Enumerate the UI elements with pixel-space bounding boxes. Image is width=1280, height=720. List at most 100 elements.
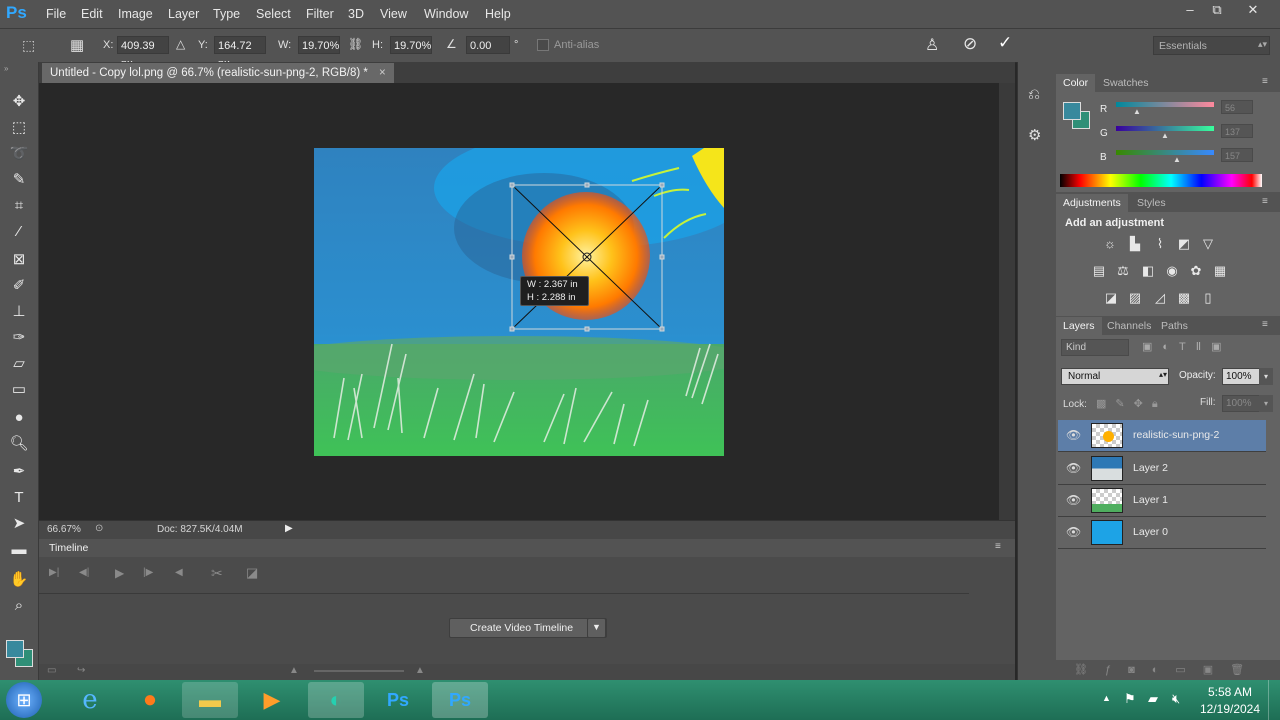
show-desktop-button[interactable] xyxy=(1268,680,1280,720)
pen-tool-icon[interactable]: ✒ xyxy=(9,462,29,482)
fill-dropdown-arrow[interactable]: ▾ xyxy=(1259,395,1273,412)
file-explorer-icon[interactable]: ▬ xyxy=(182,682,238,718)
timeline-title[interactable]: Timeline xyxy=(49,542,88,554)
volume-muted-icon[interactable]: 🔇︎ xyxy=(1172,691,1180,707)
threshold-icon[interactable]: ◿ xyxy=(1151,290,1169,306)
collapse-toolbox-icon[interactable]: » xyxy=(4,64,8,73)
tab-swatches[interactable]: Swatches xyxy=(1096,74,1156,92)
fill-field[interactable]: 100% xyxy=(1222,395,1260,412)
layer-name[interactable]: Layer 0 xyxy=(1133,526,1168,538)
layer-name[interactable]: Layer 2 xyxy=(1133,462,1168,474)
tab-color[interactable]: Color xyxy=(1056,74,1096,92)
b-slider-thumb[interactable]: ▲ xyxy=(1173,155,1181,164)
eye-icon[interactable]: 👁︎ xyxy=(1066,461,1081,475)
color-balance-icon[interactable]: ⚖ xyxy=(1114,263,1132,279)
show-hidden-icons[interactable]: ▲ xyxy=(1102,693,1111,703)
menu-help[interactable]: Help xyxy=(485,7,511,21)
close-tab-icon[interactable]: × xyxy=(379,67,386,79)
menu-file[interactable]: File xyxy=(46,7,66,21)
layer-name[interactable]: Layer 1 xyxy=(1133,494,1168,506)
document-tab[interactable]: Untitled - Copy lol.png @ 66.7% (realist… xyxy=(42,63,394,83)
gradient-tool-icon[interactable]: ▭ xyxy=(9,380,29,400)
lasso-tool-icon[interactable]: ➰ xyxy=(9,144,29,164)
layer-filter-dropdown[interactable]: Kind xyxy=(1061,339,1129,356)
menu-3d[interactable]: 3D xyxy=(348,7,364,21)
app-icon[interactable]: ◐ xyxy=(308,682,364,718)
menu-edit[interactable]: Edit xyxy=(81,7,103,21)
menu-type[interactable]: Type xyxy=(213,7,240,21)
eye-icon[interactable]: 👁︎ xyxy=(1066,525,1081,539)
media-player-icon[interactable]: ▶ xyxy=(244,682,300,718)
eye-icon[interactable]: 👁︎ xyxy=(1066,428,1081,442)
color-lookup-icon[interactable]: ▦ xyxy=(1211,263,1229,279)
tab-paths[interactable]: Paths xyxy=(1154,317,1195,335)
internet-explorer-icon[interactable]: e xyxy=(62,682,118,718)
minimize-button[interactable]: – xyxy=(1176,0,1204,20)
audio-icon[interactable]: ◀ xyxy=(175,567,183,578)
reference-point-icon[interactable]: ▦ xyxy=(70,36,84,54)
layer-actions-icons[interactable]: ⛓ƒ◙◐▭▣🗑︎ xyxy=(1074,663,1261,676)
network-icon[interactable]: ▰ xyxy=(1148,691,1158,707)
convert-icon[interactable]: ↪ xyxy=(77,665,85,676)
document-canvas[interactable] xyxy=(314,148,724,456)
status-menu-arrow-icon[interactable]: ▶ xyxy=(285,523,293,534)
layer-filter-icons[interactable]: ▣◐TⅡ▣ xyxy=(1142,340,1232,353)
canvas-area[interactable]: W : 2.367 in H : 2.288 in xyxy=(39,83,999,520)
action-center-icon[interactable]: ⚑ xyxy=(1124,691,1136,707)
clone-stamp-tool-icon[interactable]: ⊥ xyxy=(9,302,29,322)
width-field[interactable]: 19.70% xyxy=(298,36,340,54)
close-window-button[interactable]: ✕ xyxy=(1238,0,1268,20)
angle-field[interactable]: 0.00 xyxy=(466,36,510,54)
eraser-tool-icon[interactable]: ▱ xyxy=(9,354,29,374)
posterize-icon[interactable]: ▨ xyxy=(1126,290,1144,306)
invert-icon[interactable]: ◪ xyxy=(1102,290,1120,306)
zoom-tool-icon[interactable]: ⌕ xyxy=(9,596,29,616)
type-tool-icon[interactable]: T xyxy=(9,488,29,508)
workspace-dropdown[interactable]: Essentials ▴▾ xyxy=(1153,36,1270,55)
hue-saturation-icon[interactable]: ▤ xyxy=(1090,263,1108,279)
r-slider[interactable] xyxy=(1116,102,1214,107)
brush-tool-icon[interactable]: ✐ xyxy=(9,276,29,296)
blur-tool-icon[interactable]: ● xyxy=(9,408,29,428)
levels-icon[interactable]: ▙ xyxy=(1126,236,1144,252)
zoom-slider[interactable] xyxy=(314,670,404,672)
relative-position-icon[interactable]: △ xyxy=(176,37,185,51)
timeline-type-dropdown[interactable]: ▼ xyxy=(587,618,606,638)
crop-tool-icon[interactable]: ⌗ xyxy=(9,196,29,216)
b-value-field[interactable]: 157 xyxy=(1221,148,1253,162)
tab-adjustments[interactable]: Adjustments xyxy=(1056,194,1128,212)
quick-selection-tool-icon[interactable]: ✎ xyxy=(9,170,29,190)
zoom-level[interactable]: 66.67% xyxy=(47,524,81,535)
tab-channels[interactable]: Channels xyxy=(1100,317,1158,335)
vertical-scrollbar[interactable] xyxy=(999,83,1015,520)
commit-transform-icon[interactable]: ✓ xyxy=(998,33,1012,53)
next-frame-icon[interactable]: |▶ xyxy=(143,567,153,578)
r-value-field[interactable]: 56 xyxy=(1221,100,1253,114)
menu-filter[interactable]: Filter xyxy=(306,7,334,21)
layer-row-layer-2[interactable]: 👁︎ Layer 2 xyxy=(1058,453,1266,485)
menu-layer[interactable]: Layer xyxy=(168,7,199,21)
gradient-map-icon[interactable]: ▩ xyxy=(1175,290,1193,306)
r-slider-thumb[interactable]: ▲ xyxy=(1133,107,1141,116)
transform-tool-icon[interactable]: ⬚ xyxy=(22,37,35,54)
panel-menu-icon[interactable]: ≡ xyxy=(995,541,1001,552)
photoshop-icon-active[interactable]: Ps xyxy=(432,682,488,718)
layer-row-realistic-sun[interactable]: 👁︎ realistic-sun-png-2 xyxy=(1058,420,1266,452)
tab-styles[interactable]: Styles xyxy=(1130,194,1173,212)
eyedropper-tool-icon[interactable]: ⁄ xyxy=(9,222,29,242)
split-scissors-icon[interactable]: ✂ xyxy=(211,565,223,582)
restore-button[interactable]: ⧉ xyxy=(1203,0,1231,20)
exposure-icon[interactable]: ◩ xyxy=(1175,236,1193,252)
menu-select[interactable]: Select xyxy=(256,7,291,21)
antialias-checkbox[interactable] xyxy=(537,39,549,51)
y-field[interactable]: 164.72 px xyxy=(214,36,266,70)
selective-color-icon[interactable]: ▯ xyxy=(1199,290,1217,306)
tab-layers[interactable]: Layers xyxy=(1056,317,1102,335)
create-video-timeline-button[interactable]: Create Video Timeline xyxy=(449,618,607,638)
transition-icon[interactable]: ◪ xyxy=(246,565,258,581)
curves-icon[interactable]: ⌇ xyxy=(1151,236,1169,252)
move-tool-icon[interactable]: ✥ xyxy=(9,92,29,112)
layer-row-layer-0[interactable]: 👁︎ Layer 0 xyxy=(1058,517,1266,549)
zoom-in-icon[interactable]: ▲ xyxy=(415,665,425,676)
render-icon[interactable]: ▭ xyxy=(47,665,56,676)
